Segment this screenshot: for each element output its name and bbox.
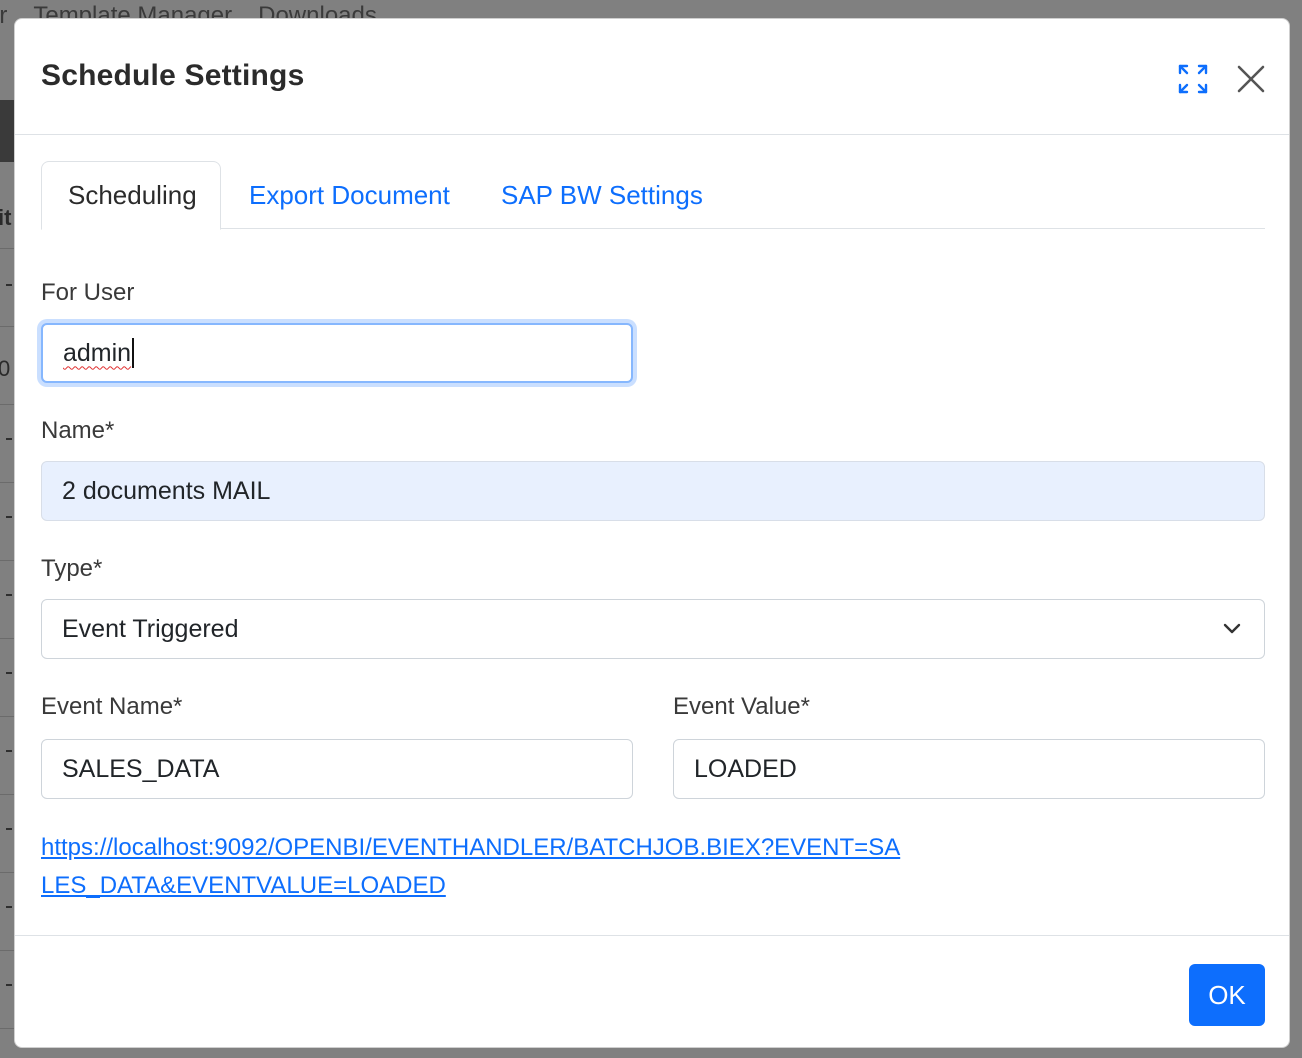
tab-bar: Scheduling Export Document SAP BW Settin…: [41, 161, 1265, 230]
background-row-divider: [0, 326, 14, 327]
background-row-divider: [0, 482, 14, 483]
expand-button[interactable]: [1173, 59, 1213, 99]
type-label: Type*: [41, 555, 103, 582]
background-row-tick: [6, 906, 12, 908]
background-row-divider: [0, 950, 14, 951]
background-row-tick: [6, 750, 12, 752]
background-edge-text: it: [0, 205, 12, 230]
tab-sap-bw-settings[interactable]: SAP BW Settings: [475, 161, 729, 229]
close-icon: [1237, 65, 1265, 93]
name-value: 2 documents MAIL: [62, 476, 271, 505]
event-name-value: SALES_DATA: [62, 754, 220, 783]
background-row-divider: [0, 638, 14, 639]
background-row-divider: [0, 716, 14, 717]
expand-icon: [1178, 64, 1208, 94]
background-row-divider: [0, 1028, 14, 1029]
background-row-divider: [0, 872, 14, 873]
event-name-label: Event Name*: [41, 693, 183, 720]
background-row-tick: [6, 516, 12, 518]
dialog-title: Schedule Settings: [41, 59, 305, 92]
type-selected-value: Event Triggered: [62, 614, 239, 643]
background-row-tick: [6, 828, 12, 830]
event-value-input[interactable]: LOADED: [673, 739, 1265, 799]
name-label: Name*: [41, 417, 115, 444]
background-row-divider: [0, 794, 14, 795]
background-row-tick: [6, 594, 12, 596]
background-toolbar-edge: [0, 100, 14, 162]
for-user-value: admin: [63, 338, 132, 367]
background-edge-text: 0: [0, 356, 11, 381]
dialog-header: Schedule Settings: [15, 19, 1289, 135]
type-select[interactable]: Event Triggered: [41, 599, 1265, 659]
background-row-tick: [6, 984, 12, 986]
dialog-body: Scheduling Export Document SAP BW Settin…: [41, 161, 1265, 899]
background-row-tick: [6, 284, 12, 286]
tab-scheduling[interactable]: Scheduling: [41, 161, 221, 230]
for-user-label: For User: [41, 279, 135, 306]
text-caret: [132, 338, 135, 368]
chevron-down-icon: [1223, 623, 1241, 634]
background-row-divider: [0, 560, 14, 561]
background-row-tick: [6, 672, 12, 674]
close-button[interactable]: [1231, 59, 1271, 99]
tab-export-document[interactable]: Export Document: [223, 161, 476, 229]
background-row-divider: [0, 404, 14, 405]
background-menu-item: er: [0, 2, 8, 29]
background-row-divider: [0, 248, 14, 249]
event-value-label: Event Value*: [673, 693, 810, 720]
for-user-input[interactable]: admin: [41, 323, 633, 383]
schedule-settings-dialog: Schedule Settings Scheduling Export Docu…: [14, 18, 1290, 1048]
event-trigger-url-link[interactable]: https://localhost:9092/OPENBI/EVENTHANDL…: [41, 829, 901, 905]
event-value-value: LOADED: [694, 754, 797, 783]
background-row-tick: [6, 438, 12, 440]
ok-button[interactable]: OK: [1189, 964, 1265, 1026]
name-input[interactable]: 2 documents MAIL: [41, 461, 1265, 521]
dialog-footer: OK: [15, 935, 1289, 1047]
event-name-input[interactable]: SALES_DATA: [41, 739, 633, 799]
